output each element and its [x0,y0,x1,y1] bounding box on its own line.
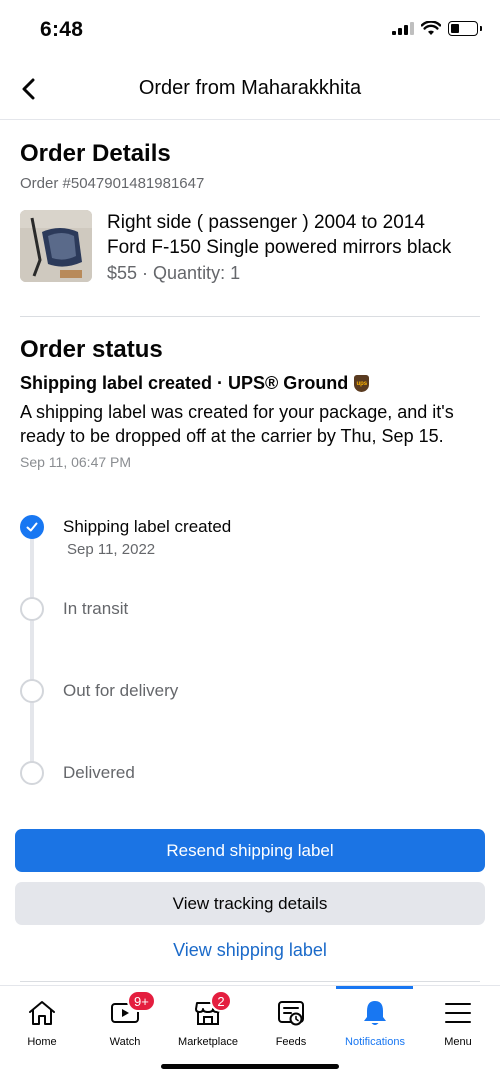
check-icon [20,515,44,539]
order-status-heading: Order status [20,336,163,363]
product-price-quantity: $55 · Quantity: 1 [107,263,241,283]
tab-notifications[interactable]: Notifications [333,986,417,1056]
timeline-step-label: Delivered [63,763,135,782]
marketplace-icon: 2 [192,990,232,1028]
timeline-step-label: Out for delivery [63,681,179,700]
timeline-step-label-created: Shipping label created Sep 11, 2022 [20,515,231,558]
cellular-signal-icon [392,22,414,35]
view-tracking-details-button[interactable]: View tracking details [15,882,485,925]
timeline-step-out-for-delivery: Out for delivery [20,679,178,709]
tab-home[interactable]: Home [0,986,84,1056]
home-icon [26,998,58,1028]
timeline-step-date: Sep 11, 2022 [67,541,156,558]
carrier-line: Shipping label created · UPS® Ground ups [20,373,480,394]
product-info: Right side ( passenger ) 2004 to 2014 Fo… [107,210,451,284]
empty-circle-icon [20,761,44,785]
status-time: 6:48 [40,18,84,41]
empty-circle-icon [20,597,44,621]
tab-label: Watch [109,1036,141,1048]
tab-marketplace[interactable]: 2 Marketplace [166,986,250,1056]
wifi-icon [421,21,441,35]
status-icons [392,21,482,36]
timeline-step-label: In transit [63,599,129,618]
timeline-step-delivered: Delivered [20,761,135,791]
status-timestamp: Sep 11, 06:47 PM [20,454,132,470]
page-title: Order from Maharakkhita [138,77,362,99]
order-details-heading: Order Details [20,140,171,167]
home-indicator [161,1064,339,1069]
tab-menu[interactable]: Menu [416,986,500,1056]
battery-icon [448,21,482,36]
feeds-icon [275,998,307,1028]
timeline-step-in-transit: In transit [20,597,128,627]
status-bar: 6:48 [0,0,500,58]
watch-icon: 9+ [109,990,156,1028]
app-header: Order from Maharakkhita [0,58,500,120]
order-details-section: Order Details Order #5047901481981647 [20,140,480,192]
ups-logo-icon: ups [354,375,370,392]
order-number: Order #5047901481981647 [20,175,205,192]
empty-circle-icon [20,679,44,703]
order-status-section: Order status Shipping label created · UP… [20,336,480,470]
tab-label: Notifications [345,1036,405,1048]
carrier-status-text: Shipping label created · UPS® Ground [20,373,349,393]
tab-label: Menu [444,1036,472,1048]
tab-label: Feeds [275,1036,307,1048]
product-thumbnail [20,210,92,282]
view-shipping-label-link[interactable]: View shipping label [0,940,500,961]
marketplace-badge: 2 [210,990,232,1012]
resend-shipping-label-button[interactable]: Resend shipping label [15,829,485,872]
section-divider [20,981,480,982]
product-title-line2: Ford F-150 Single powered mirrors black [107,237,452,258]
tab-feeds[interactable]: Feeds [249,986,333,1056]
timeline-track [30,529,34,781]
watch-badge: 9+ [127,990,156,1012]
shipping-timeline: Shipping label created Sep 11, 2022 In t… [20,515,480,795]
product-item[interactable]: Right side ( passenger ) 2004 to 2014 Fo… [20,210,480,284]
tab-watch[interactable]: 9+ Watch [83,986,167,1056]
section-divider [20,316,480,317]
tab-label: Home [27,1036,57,1048]
bell-icon [359,998,391,1028]
tab-label: Marketplace [178,1036,238,1048]
product-title-line1: Right side ( passenger ) 2004 to 2014 [107,212,425,233]
status-description: A shipping label was created for your pa… [20,402,454,446]
menu-icon [442,998,474,1028]
